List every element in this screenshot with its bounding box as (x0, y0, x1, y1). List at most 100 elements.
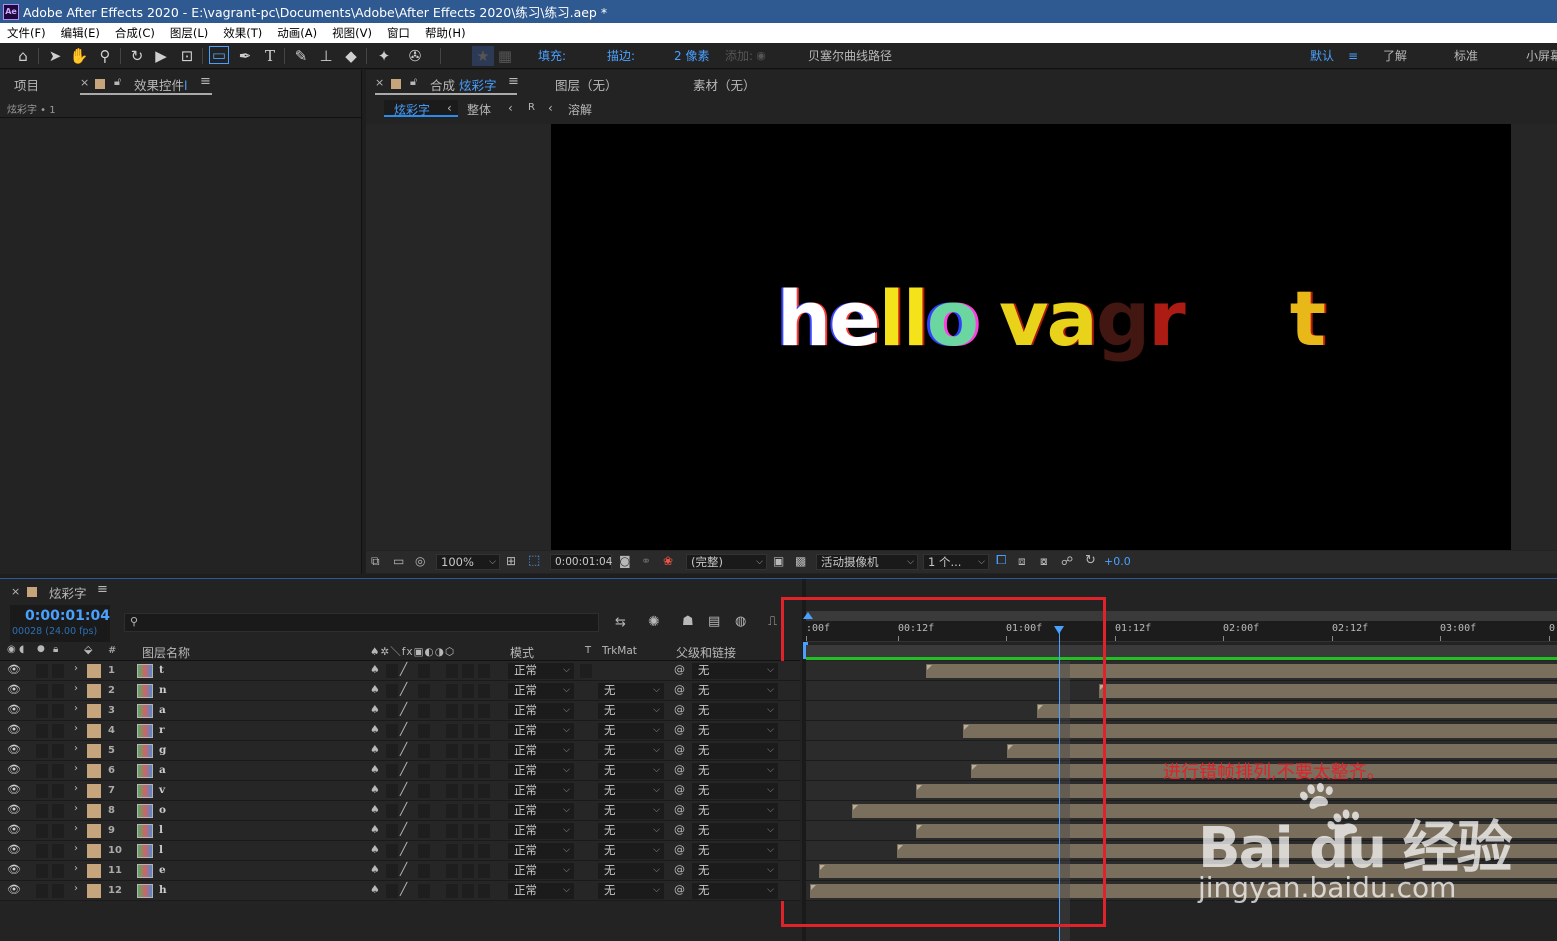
quality-switch-icon[interactable]: ╱ (400, 742, 407, 756)
expand-chevron-icon[interactable]: › (74, 743, 78, 754)
blend-mode-dropdown[interactable]: 正常 ⌵ (508, 683, 574, 699)
layer-row[interactable]: 👁︎ › 6 a ♠ ╱ 正常 ⌵ 无 ⌵ @ 无 ⌵ (0, 761, 800, 781)
collapse-switch[interactable] (386, 764, 398, 778)
show-snapshot-icon[interactable]: ⚭ (641, 554, 651, 568)
layer-row[interactable]: 👁︎ › 9 l ♠ ╱ 正常 ⌵ 无 ⌵ @ 无 ⌵ (0, 821, 800, 841)
color-channels-icon[interactable]: ❀ (663, 554, 673, 568)
layer-row[interactable]: 👁︎ › 12 h ♠ ╱ 正常 ⌵ 无 ⌵ @ 无 ⌵ (0, 881, 800, 901)
frame-blend-switch[interactable] (446, 684, 458, 698)
solo-toggle[interactable] (36, 804, 48, 818)
snapshot-camera-icon[interactable]: ◙ (619, 554, 631, 568)
eye-icon[interactable]: 👁︎ (7, 683, 21, 696)
frame-blend-switch[interactable] (446, 784, 458, 798)
close-tab-icon[interactable]: × (11, 585, 20, 598)
grid-toggle-icon[interactable]: ▦ (494, 46, 516, 66)
draft-3d-icon[interactable]: ✺ (648, 614, 660, 630)
frame-blending-icon[interactable]: ▤ (708, 614, 720, 629)
solo-toggle[interactable] (36, 784, 48, 798)
layer-row[interactable]: 👁︎ › 7 v ♠ ╱ 正常 ⌵ 无 ⌵ @ 无 ⌵ (0, 781, 800, 801)
workspace-menu-icon[interactable]: ≡ (1348, 47, 1358, 65)
3d-layer-switch[interactable] (478, 784, 490, 798)
camera-dropdown[interactable]: 活动摄像机 ⌵ (816, 554, 918, 570)
layer-row[interactable]: 👁︎ › 3 a ♠ ╱ 正常 ⌵ 无 ⌵ @ 无 ⌵ (0, 701, 800, 721)
menu-file[interactable]: 文件(F) (0, 25, 54, 41)
expand-chevron-icon[interactable]: › (74, 703, 78, 714)
layer-label-color[interactable] (87, 844, 101, 858)
fx-switch[interactable] (418, 804, 430, 818)
monitor-icon[interactable]: ▭ (393, 554, 404, 568)
lock-toggle[interactable] (52, 704, 64, 718)
shy-switch-icon[interactable]: ♠ (370, 883, 380, 896)
frame-blend-switch[interactable] (446, 764, 458, 778)
parent-dropdown[interactable]: 无 ⌵ (692, 683, 778, 699)
shy-switch-icon[interactable]: ♠ (370, 743, 380, 756)
type-tool-icon[interactable]: T (259, 46, 281, 66)
layer-row[interactable]: 👁︎ › 8 o ♠ ╱ 正常 ⌵ 无 ⌵ @ 无 ⌵ (0, 801, 800, 821)
layer-name[interactable]: o (159, 804, 166, 816)
expand-chevron-icon[interactable]: › (74, 843, 78, 854)
3d-layer-switch[interactable] (478, 804, 490, 818)
lock-toggle[interactable] (52, 824, 64, 838)
rectangle-tool-icon[interactable]: ▭ (209, 46, 229, 64)
parent-dropdown[interactable]: 无 ⌵ (692, 743, 778, 759)
pick-whip-icon[interactable]: @ (674, 663, 685, 676)
frame-blend-switch[interactable] (446, 704, 458, 718)
eye-icon[interactable]: 👁︎ (7, 883, 21, 896)
shy-switch-icon[interactable]: ♠ (370, 863, 380, 876)
collapse-switch[interactable] (386, 844, 398, 858)
parent-dropdown[interactable]: 无 ⌵ (692, 803, 778, 819)
shy-switch-icon[interactable]: ♠ (370, 843, 380, 856)
motion-blur-switch[interactable] (462, 664, 474, 678)
layer-label-color[interactable] (87, 724, 101, 738)
shy-switch-icon[interactable]: ♠ (370, 663, 380, 676)
shy-switch-icon[interactable]: ♠ (370, 783, 380, 796)
solo-toggle[interactable] (36, 824, 48, 838)
col-parent-link[interactable]: 父级和链接 (676, 644, 736, 661)
panel-menu-icon[interactable]: ≡ (97, 582, 108, 597)
transparency-grid-icon[interactable]: ⬚ (528, 553, 540, 568)
lock-toggle[interactable] (52, 844, 64, 858)
motion-blur-switch[interactable] (462, 804, 474, 818)
shy-switch-icon[interactable]: ♠ (370, 823, 380, 836)
layer-name[interactable]: h (159, 884, 167, 896)
quality-switch-icon[interactable]: ╱ (400, 662, 407, 676)
layer-label-color[interactable] (87, 764, 101, 778)
expand-chevron-icon[interactable]: › (74, 863, 78, 874)
breadcrumb-comp[interactable]: 炫彩字 (394, 101, 430, 118)
pick-whip-icon[interactable]: @ (674, 723, 685, 736)
star-toggle-icon[interactable]: ★ (472, 46, 494, 66)
collapse-switch[interactable] (386, 824, 398, 838)
toggle-pixel-aspect-icon[interactable]: ⧠ (996, 553, 1006, 568)
stroke-width-value[interactable]: 2 像素 (674, 47, 709, 65)
breadcrumb-r[interactable]: R (528, 102, 535, 113)
col-layer-name[interactable]: 图层名称 (142, 644, 190, 661)
timeline-comp-tab[interactable]: 炫彩字 (49, 583, 87, 602)
shy-switch-icon[interactable]: ♠ (370, 763, 380, 776)
frame-blend-switch[interactable] (446, 724, 458, 738)
trkmat-dropdown[interactable]: 无 ⌵ (598, 863, 664, 879)
menu-view[interactable]: 视图(V) (325, 25, 380, 41)
fx-switch[interactable] (418, 784, 430, 798)
blend-mode-dropdown[interactable]: 正常 ⌵ (508, 743, 574, 759)
solo-toggle[interactable] (36, 864, 48, 878)
layer-row[interactable]: 👁︎ › 11 e ♠ ╱ 正常 ⌵ 无 ⌵ @ 无 ⌵ (0, 861, 800, 881)
views-dropdown[interactable]: 1 个... ⌵ (923, 554, 989, 570)
quality-switch-icon[interactable]: ╱ (400, 862, 407, 876)
roto-brush-tool-icon[interactable]: ✦ (373, 46, 395, 66)
shy-switch-icon[interactable]: ♠ (370, 803, 380, 816)
solo-toggle[interactable] (36, 744, 48, 758)
blend-mode-dropdown[interactable]: 正常 ⌵ (508, 783, 574, 799)
eraser-tool-icon[interactable]: ◆ (340, 46, 362, 66)
solo-toggle[interactable] (36, 664, 48, 678)
fx-switch[interactable] (418, 704, 430, 718)
comp-mini-flowchart-icon[interactable]: ⇆ (615, 615, 626, 630)
layer-label-color[interactable] (87, 704, 101, 718)
pan-behind-tool-icon[interactable]: ⊡ (176, 46, 198, 66)
fx-switch[interactable] (418, 864, 430, 878)
collapse-switch[interactable] (386, 784, 398, 798)
shy-switch-icon[interactable]: ♠ (370, 703, 380, 716)
layer-label-color[interactable] (87, 884, 101, 898)
layer-name[interactable]: e (159, 864, 166, 876)
layer-name[interactable]: r (159, 724, 165, 736)
resolution-dropdown[interactable]: (完整) ⌵ (686, 554, 767, 570)
